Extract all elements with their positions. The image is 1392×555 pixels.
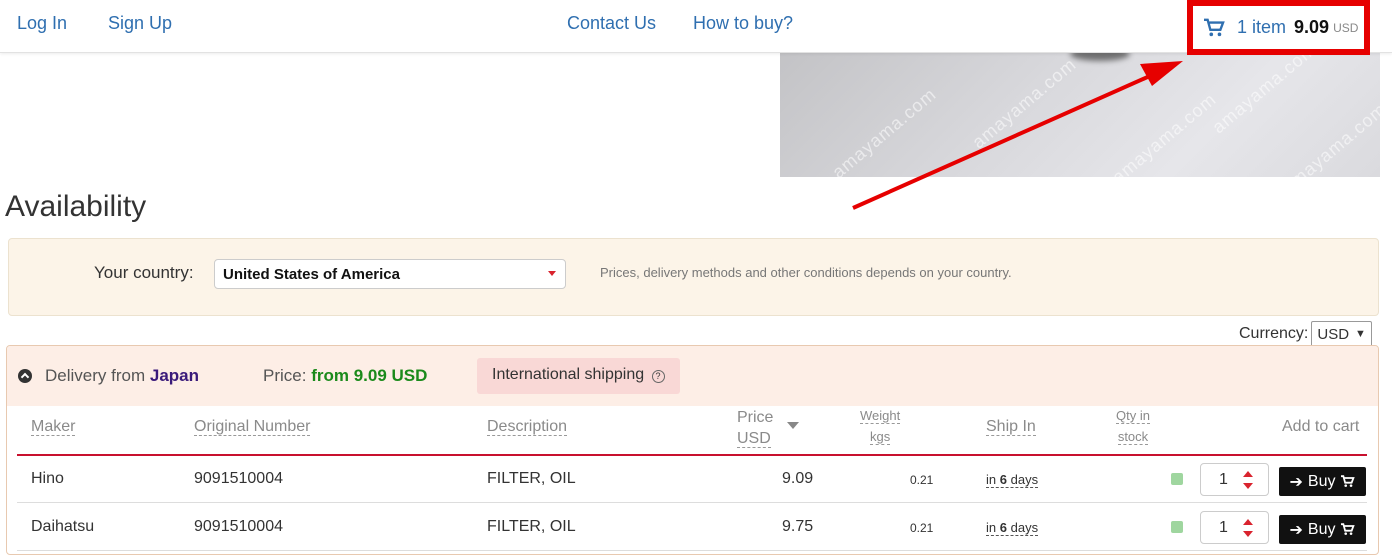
buy-button[interactable]: ➔ Buy: [1279, 467, 1366, 496]
currency-label: Currency:: [1239, 325, 1309, 342]
delivery-from-label: Delivery from: [45, 366, 146, 385]
col-price[interactable]: Price USD: [737, 407, 773, 449]
delivery-header[interactable]: Delivery from Japan Price: from 9.09 USD…: [7, 346, 1378, 406]
col-qty-in-stock[interactable]: Qty in stock: [1116, 408, 1150, 445]
ship-days: 6: [999, 520, 1007, 535]
cart-currency: USD: [1333, 20, 1359, 35]
cell-ship-in[interactable]: in 6 days: [986, 472, 1039, 488]
cell-description: FILTER, OIL: [487, 470, 576, 487]
in-stock-indicator: [1171, 521, 1183, 533]
sort-down-icon[interactable]: [787, 422, 799, 430]
col-weight-label: Weight: [860, 408, 901, 424]
table-row: Hino 9091510004 FILTER, OIL 9.09 0.21 in…: [17, 456, 1367, 503]
ship-prefix: in: [986, 472, 997, 487]
buy-button[interactable]: ➔ Buy: [1279, 515, 1366, 544]
watermark: amayama.com: [1208, 53, 1321, 138]
col-qty-label: Qty in: [1116, 408, 1150, 424]
ship-suffix: days: [1010, 520, 1039, 535]
availability-title: Availability: [5, 190, 147, 223]
increment-icon[interactable]: [1243, 471, 1253, 477]
ship-suffix: days: [1010, 472, 1039, 487]
cart-count: 1 item: [1237, 17, 1287, 37]
col-weight[interactable]: Weight kgs: [860, 408, 901, 445]
cell-number[interactable]: 9091510004: [194, 518, 283, 536]
delivery-panel: Delivery from Japan Price: from 9.09 USD…: [6, 345, 1379, 555]
col-price-label: Price: [737, 409, 774, 426]
col-maker-label: Maker: [31, 418, 76, 436]
signup-link[interactable]: Sign Up: [108, 13, 172, 34]
col-price-unit: USD: [737, 430, 771, 448]
triangle-down-icon: ▼: [1355, 328, 1366, 340]
col-description[interactable]: Description: [487, 418, 568, 436]
col-add-to-cart: Add to cart: [1282, 418, 1360, 435]
table-row: Daihatsu 9091510004 FILTER, OIL 9.75 0.2…: [17, 504, 1367, 551]
watermark: amayama.com: [968, 53, 1081, 153]
decrement-icon[interactable]: [1243, 531, 1253, 537]
delivery-price: Price: from 9.09 USD: [263, 366, 427, 386]
country-value: United States of America: [223, 266, 400, 283]
delivery-from: Delivery from Japan: [45, 366, 199, 386]
cell-maker: Daihatsu: [31, 518, 95, 535]
delivery-country: Japan: [149, 366, 199, 385]
country-label: Your country:: [94, 263, 194, 282]
currency-value: USD: [1317, 325, 1350, 343]
col-original-number-label: Original Number: [194, 418, 311, 436]
cell-price: 9.09: [782, 470, 814, 487]
photo-shadow: [1070, 53, 1130, 61]
top-nav: Log In Sign Up Contact Us How to buy? 1 …: [0, 0, 1392, 55]
quantity-stepper[interactable]: 1: [1200, 463, 1269, 496]
watermark: amayama.com: [828, 83, 941, 177]
quantity-stepper[interactable]: 1: [1200, 511, 1269, 544]
col-weight-unit: kgs: [870, 429, 891, 445]
cell-ship-in[interactable]: in 6 days: [986, 520, 1039, 536]
col-ship-in[interactable]: Ship In: [986, 418, 1036, 436]
cell-price: 9.75: [782, 518, 814, 535]
help-icon[interactable]: ?: [651, 370, 665, 383]
international-shipping-badge[interactable]: International shipping ?: [477, 358, 680, 394]
col-description-label: Description: [487, 418, 568, 436]
login-link[interactable]: Log In: [17, 13, 67, 34]
quantity-value: 1: [1219, 471, 1228, 488]
quantity-value: 1: [1219, 519, 1228, 536]
cell-weight: 0.21: [910, 473, 934, 487]
cell-weight: 0.21: [910, 521, 934, 535]
how-to-buy-link[interactable]: How to buy?: [693, 13, 793, 34]
delivery-price-label: Price:: [263, 366, 307, 385]
cell-number[interactable]: 9091510004: [194, 470, 283, 488]
ship-prefix: in: [986, 520, 997, 535]
currency-select[interactable]: USD ▼: [1311, 321, 1372, 347]
arrow-right-icon: ➔: [1289, 473, 1303, 491]
col-qty-unit: stock: [1117, 429, 1149, 445]
cart-icon: [1341, 523, 1356, 535]
delivery-price-value: from 9.09 USD: [311, 366, 428, 385]
collapse-icon[interactable]: [18, 369, 32, 383]
cart-icon: [1341, 475, 1356, 487]
chevron-down-icon: [548, 271, 556, 276]
watermark: amayama.com: [1108, 88, 1221, 177]
product-photo: amayama.com amayama.com amayama.com amay…: [780, 53, 1380, 177]
ship-days: 6: [999, 472, 1007, 487]
buy-label: Buy: [1307, 520, 1336, 538]
country-select[interactable]: United States of America: [214, 259, 566, 289]
decrement-icon[interactable]: [1243, 483, 1253, 489]
watermark: amayama.com: [1278, 98, 1380, 177]
buy-label: Buy: [1307, 472, 1336, 490]
cell-maker: Hino: [31, 470, 64, 487]
col-maker[interactable]: Maker: [31, 418, 76, 436]
currency-control: Currency: USD ▼: [1239, 321, 1372, 347]
cart-icon: [1204, 18, 1225, 36]
increment-icon[interactable]: [1243, 519, 1253, 525]
in-stock-indicator: [1171, 473, 1183, 485]
contact-link[interactable]: Contact Us: [567, 13, 656, 34]
shipping-label: International shipping: [492, 366, 645, 383]
col-ship-in-label: Ship In: [986, 418, 1036, 436]
country-note: Prices, delivery methods and other condi…: [600, 265, 1012, 280]
country-panel: Your country: United States of America P…: [8, 238, 1379, 316]
cell-description: FILTER, OIL: [487, 518, 576, 535]
cart-summary[interactable]: 1 item 9.09 USD: [1187, 0, 1370, 55]
col-original-number[interactable]: Original Number: [194, 418, 311, 436]
cart-amount: 9.09: [1294, 17, 1330, 37]
arrow-right-icon: ➔: [1289, 521, 1303, 539]
